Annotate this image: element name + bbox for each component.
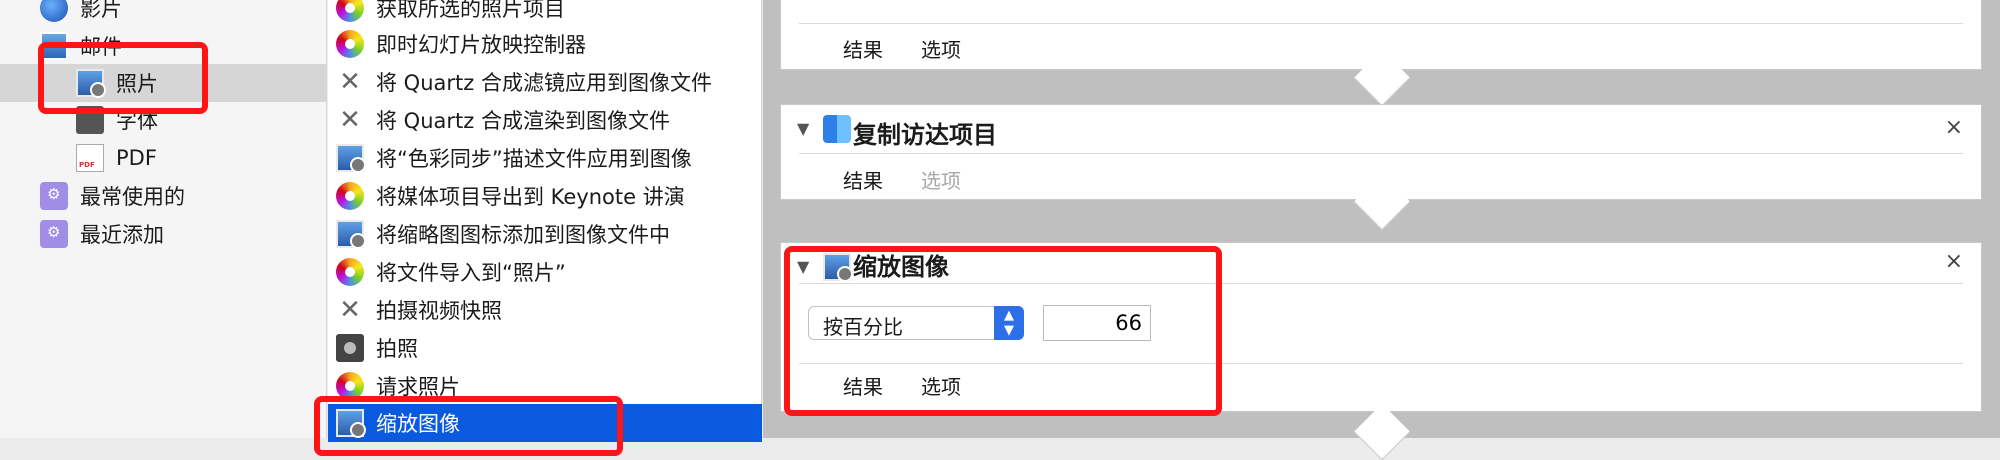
preview-icon xyxy=(336,144,366,173)
action-item-label: 将“色彩同步”描述文件应用到图像 xyxy=(376,147,692,171)
preview-icon xyxy=(336,220,366,249)
photos-flower-icon xyxy=(336,258,364,286)
card-divider xyxy=(799,153,1963,154)
options-tab[interactable]: 选项 xyxy=(921,34,961,63)
options-tab[interactable]: 选项 xyxy=(921,165,961,194)
pdf-icon xyxy=(76,144,104,172)
highlight-scale-image-action xyxy=(314,396,623,456)
action-item[interactable]: 获取所选的照片项目 xyxy=(336,0,756,26)
action-item-label: 拍照 xyxy=(376,337,418,361)
tools-icon: ✕ xyxy=(339,295,361,325)
disclosure-triangle[interactable]: ▼ xyxy=(797,119,809,138)
library-item-label: 最近添加 xyxy=(80,223,164,247)
library-item-pdf[interactable]: PDF xyxy=(76,140,316,176)
action-item-label: 获取所选的照片项目 xyxy=(376,0,565,21)
action-item[interactable]: 将文件导入到“照片” xyxy=(336,254,756,290)
library-item-label: 最常使用的 xyxy=(80,185,185,209)
smart-folder-icon xyxy=(40,220,68,248)
action-item-label: 将缩略图图标添加到图像文件中 xyxy=(376,223,670,247)
action-item-label: 将 Quartz 合成渲染到图像文件 xyxy=(376,109,670,133)
action-item[interactable]: ✕ 拍摄视频快照 xyxy=(336,292,756,328)
action-item[interactable]: ✕ 将 Quartz 合成渲染到图像文件 xyxy=(336,102,756,138)
card-divider xyxy=(799,23,1963,24)
action-item-label: 将文件导入到“照片” xyxy=(376,261,566,285)
quicktime-icon xyxy=(40,0,68,22)
results-tab[interactable]: 结果 xyxy=(843,34,883,63)
action-item-label: 将媒体项目导出到 Keynote 讲演 xyxy=(376,185,685,209)
close-icon[interactable]: × xyxy=(1945,249,1963,274)
photos-flower-icon xyxy=(336,0,364,22)
action-item-label: 拍摄视频快照 xyxy=(376,299,502,323)
highlight-scale-image-card xyxy=(784,246,1222,416)
photos-flower-icon xyxy=(336,30,364,58)
action-item[interactable]: 将缩略图图标添加到图像文件中 xyxy=(336,216,756,252)
card-title: 复制访达项目 xyxy=(853,121,997,149)
action-item[interactable]: 将媒体项目导出到 Keynote 讲演 xyxy=(336,178,756,214)
finder-icon xyxy=(823,115,851,143)
results-tab[interactable]: 结果 xyxy=(843,165,883,194)
library-item-label: PDF xyxy=(116,146,157,170)
close-icon[interactable]: × xyxy=(1945,115,1963,140)
column-divider xyxy=(761,0,762,438)
library-item-movies[interactable]: 影片 xyxy=(40,0,320,26)
action-item[interactable]: 将“色彩同步”描述文件应用到图像 xyxy=(336,140,756,176)
camera-icon xyxy=(336,334,364,362)
tools-icon: ✕ xyxy=(339,67,361,97)
highlight-photos xyxy=(38,42,208,114)
action-item-label: 即时幻灯片放映控制器 xyxy=(376,33,586,57)
action-item[interactable]: ✕ 将 Quartz 合成滤镜应用到图像文件 xyxy=(336,64,756,100)
action-item[interactable]: 拍照 xyxy=(336,330,756,366)
smart-folder-icon xyxy=(40,182,68,210)
action-item-label: 将 Quartz 合成滤镜应用到图像文件 xyxy=(376,71,712,95)
tools-icon: ✕ xyxy=(339,105,361,135)
library-item-most-used[interactable]: 最常使用的 xyxy=(40,178,320,214)
library-item-label: 影片 xyxy=(80,0,122,21)
action-item[interactable]: 即时幻灯片放映控制器 xyxy=(336,26,756,62)
library-item-recently-added[interactable]: 最近添加 xyxy=(40,216,320,252)
photos-flower-icon xyxy=(336,182,364,210)
